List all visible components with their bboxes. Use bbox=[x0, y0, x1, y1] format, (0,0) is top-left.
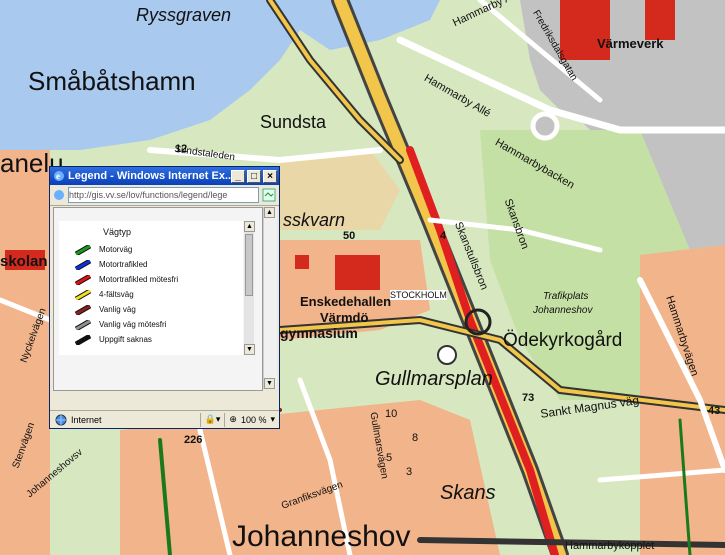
map-label-odekyrkogard: Ödekyrkogård bbox=[503, 330, 623, 351]
map-label-skans: Skans bbox=[440, 482, 496, 504]
address-bar: http://gis.vv.se/lov/functions/legend/le… bbox=[50, 185, 279, 206]
map-label-smabatshamn: Småbåtshamn bbox=[28, 66, 196, 96]
route-number-12: 12 bbox=[175, 143, 188, 155]
window-title-bar[interactable]: e Legend - Windows Internet Ex... _ □ × bbox=[50, 167, 279, 185]
legend-title: Vägtyp bbox=[103, 227, 132, 237]
map-label-trafikplats-johanneshov: Johanneshov bbox=[533, 305, 593, 316]
legend-item: Vanlig väg mötesfri bbox=[75, 318, 166, 331]
legend-swatch-icon bbox=[75, 334, 91, 345]
map-label-sundsta: Sundsta bbox=[260, 112, 327, 132]
legend-item: Motorväg bbox=[75, 243, 132, 256]
route-number-73: 73 bbox=[522, 392, 535, 404]
map-label-skolan: skolan bbox=[0, 253, 48, 270]
scroll-up-icon[interactable]: ▲ bbox=[264, 207, 275, 218]
zoom-level[interactable]: 100 % bbox=[241, 415, 267, 425]
route-number-226: 226 bbox=[184, 434, 203, 446]
url-field[interactable]: http://gis.vv.se/lov/functions/legend/le… bbox=[68, 187, 259, 203]
map-label-sskvarn: sskvarn bbox=[283, 210, 346, 230]
legend-swatch-icon bbox=[75, 319, 91, 330]
legend-swatch-icon bbox=[75, 304, 91, 315]
legend-swatch-icon bbox=[75, 274, 91, 285]
ie-icon: e bbox=[54, 171, 64, 181]
map-label-varmeverk: Värmeverk bbox=[597, 36, 664, 51]
scroll-thumb[interactable] bbox=[245, 234, 253, 296]
legend-scrollbar[interactable]: ▲ ▼ bbox=[244, 221, 255, 355]
legend-swatch-icon bbox=[75, 289, 91, 300]
map-label-gymnasium: gymnasium bbox=[280, 325, 358, 341]
page-content: Vägtyp Motorväg Motortrafikled Motortraf… bbox=[53, 207, 263, 391]
map-label-ryssgraven: Ryssgraven bbox=[136, 5, 232, 25]
legend-item: Motortrafikled bbox=[75, 258, 147, 271]
map-label-varmdo: Värmdö bbox=[320, 310, 369, 325]
svg-text:e: e bbox=[56, 171, 60, 181]
legend-item-label: Motorväg bbox=[99, 245, 133, 254]
route-number-4: 4 bbox=[440, 230, 447, 242]
scroll-down-icon[interactable]: ▼ bbox=[264, 378, 275, 389]
route-number-43: 43 bbox=[708, 405, 721, 417]
maximize-button[interactable]: □ bbox=[247, 169, 261, 183]
map-label-enskedehallen: Enskedehallen bbox=[300, 294, 392, 309]
status-bar: Internet 🔒▾ ⊕ 100 % ▾ bbox=[50, 410, 279, 428]
protected-mode-icon[interactable]: 🔒▾ bbox=[205, 414, 221, 425]
legend-item: Vanlig väg bbox=[75, 303, 136, 316]
map-label-johanneshov: Johanneshov bbox=[232, 520, 411, 553]
building-enskedehallen bbox=[335, 255, 380, 290]
street-number-8: 8 bbox=[412, 432, 419, 444]
legend-item-label: Vanlig väg bbox=[99, 305, 136, 314]
map-label-trafikplats: Trafikplats bbox=[543, 291, 589, 302]
map-label-hammarbykopplet: Hammarbykopplet bbox=[565, 540, 655, 552]
scroll-up-icon[interactable]: ▲ bbox=[244, 221, 255, 232]
building-varmeverk bbox=[560, 0, 610, 60]
legend-swatch-icon bbox=[75, 259, 91, 270]
legend-item: Motortrafikled mötesfri bbox=[75, 273, 178, 286]
page-icon bbox=[54, 190, 64, 200]
street-number-3: 3 bbox=[406, 466, 413, 478]
scroll-down-icon[interactable]: ▼ bbox=[244, 344, 255, 355]
legend-popup-window[interactable]: e Legend - Windows Internet Ex... _ □ × … bbox=[49, 166, 280, 429]
close-button[interactable]: × bbox=[263, 169, 277, 183]
globe-icon bbox=[55, 414, 67, 425]
street-number-5: 5 bbox=[386, 452, 393, 464]
legend-panel: Vägtyp Motorväg Motortrafikled Motortraf… bbox=[59, 221, 243, 355]
legend-swatch-icon bbox=[75, 244, 91, 255]
legend-item: Uppgift saknas bbox=[75, 333, 152, 346]
window-scrollbar[interactable]: ▲ ▼ bbox=[263, 207, 277, 389]
legend-item-label: Motortrafikled mötesfri bbox=[99, 275, 179, 284]
window-title: Legend - Windows Internet Ex... bbox=[68, 170, 231, 182]
legend-item-label: 4-fältsväg bbox=[99, 290, 134, 299]
status-zone: Internet bbox=[71, 414, 102, 425]
street-number-10: 10 bbox=[385, 408, 398, 420]
roundabout bbox=[530, 111, 560, 141]
compatibility-icon[interactable] bbox=[262, 188, 276, 202]
legend-item: 4-fältsväg bbox=[75, 288, 134, 301]
map-label-stockholm: STOCKHOLM bbox=[390, 290, 447, 300]
legend-item-label: Motortrafikled bbox=[99, 260, 148, 269]
legend-item-label: Uppgift saknas bbox=[99, 335, 152, 344]
map-label-gullmarsplan: Gullmarsplan bbox=[375, 368, 493, 390]
route-number-50: 50 bbox=[343, 230, 356, 242]
metro-station-icon bbox=[437, 345, 457, 365]
chevron-down-icon[interactable]: ▾ bbox=[270, 414, 279, 425]
minimize-button[interactable]: _ bbox=[231, 169, 245, 183]
zoom-icon: ⊕ bbox=[229, 414, 237, 424]
legend-item-label: Vanlig väg mötesfri bbox=[99, 320, 167, 329]
